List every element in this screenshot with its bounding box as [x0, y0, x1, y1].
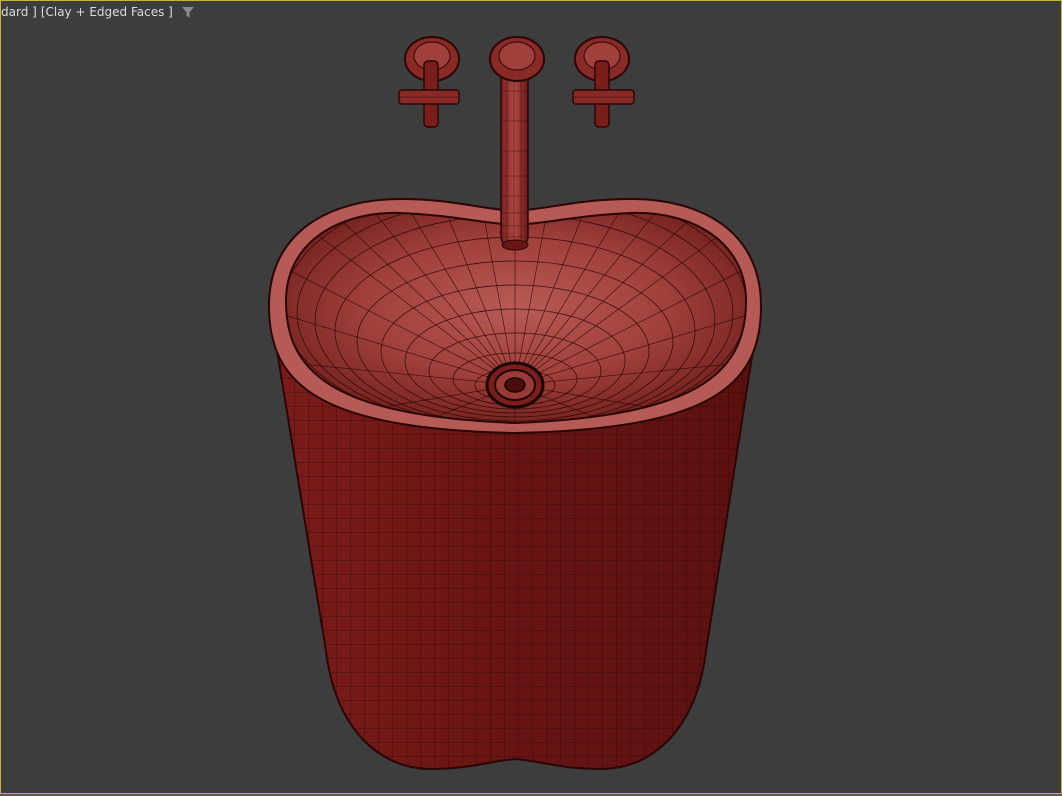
- scene-render[interactable]: [1, 1, 1061, 793]
- left-tap-handle: [398, 36, 460, 128]
- right-tap-handle: [572, 36, 635, 128]
- drain-icon: [485, 361, 545, 409]
- 3d-viewport[interactable]: dard ] [Clay + Edged Faces ]: [0, 0, 1062, 794]
